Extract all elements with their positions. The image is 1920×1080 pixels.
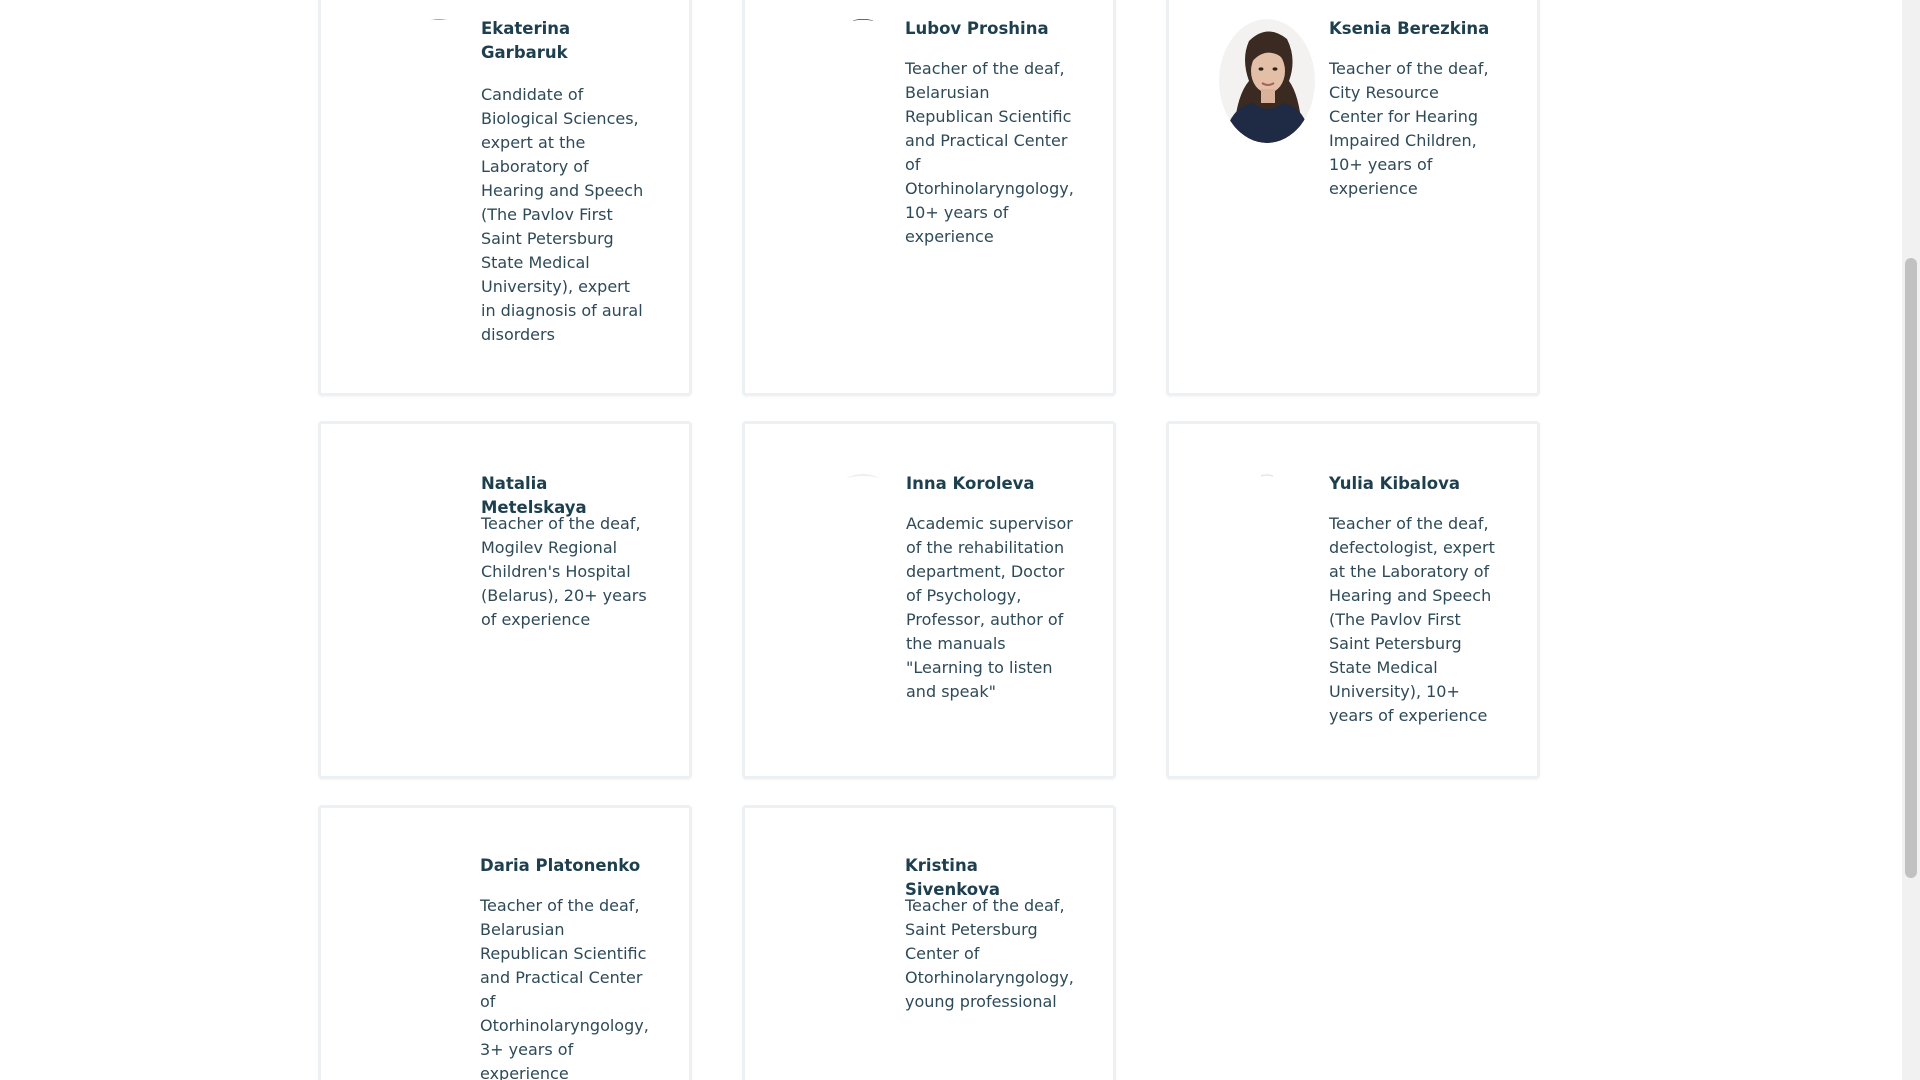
avatar-image bbox=[412, 19, 466, 23]
member-description: Candidate of Biological Sciences, expert… bbox=[481, 85, 644, 344]
avatar bbox=[1219, 19, 1315, 143]
team-card: Natalia Metelskaya Teacher of the deaf, … bbox=[318, 421, 692, 779]
avatar-image bbox=[1219, 19, 1315, 143]
member-description: Teacher of the deaf, defectologist, expe… bbox=[1329, 514, 1495, 725]
avatar bbox=[391, 858, 487, 982]
team-card: Lubov Proshina Teacher of the deaf, Bela… bbox=[742, 0, 1116, 396]
team-card: Ksenia Berezkina Teacher of the deaf, Ci… bbox=[1166, 0, 1540, 396]
team-page: Ekaterina Garbaruk Candidate of Biologic… bbox=[0, 0, 1920, 1080]
member-description: Teacher of the deaf, City Resource Cente… bbox=[1329, 59, 1489, 198]
team-card: Yulia Kibalova Teacher of the deaf, defe… bbox=[1166, 421, 1540, 779]
member-name: Inna Koroleva bbox=[906, 474, 1035, 493]
avatar-image bbox=[1260, 474, 1274, 477]
member-description: Teacher of the deaf, Saint Petersburg Ce… bbox=[905, 896, 1074, 1011]
member-name: Ksenia Berezkina bbox=[1329, 19, 1490, 38]
avatar bbox=[391, 474, 487, 598]
member-name: Ekaterina Garbaruk bbox=[481, 19, 571, 62]
member-description: Teacher of the deaf, Mogilev Regional Ch… bbox=[481, 514, 647, 629]
member-name: Lubov Proshina bbox=[905, 19, 1049, 38]
team-card: Inna Koroleva Academic supervisor of the… bbox=[742, 421, 1116, 779]
member-description: Academic supervisor of the rehabilitatio… bbox=[906, 514, 1073, 701]
avatar bbox=[391, 19, 487, 143]
member-description: Teacher of the deaf, Belarusian Republic… bbox=[480, 896, 649, 1080]
team-card: Daria Platonenko Teacher of the deaf, Be… bbox=[318, 805, 692, 1080]
avatar bbox=[815, 858, 911, 982]
team-card: Ekaterina Garbaruk Candidate of Biologic… bbox=[318, 0, 692, 396]
avatar-image bbox=[842, 474, 884, 479]
member-name: Yulia Kibalova bbox=[1329, 474, 1460, 493]
avatar bbox=[815, 474, 911, 598]
avatar-image bbox=[852, 19, 874, 21]
avatar bbox=[815, 19, 911, 143]
member-name: Daria Platonenko bbox=[480, 856, 641, 875]
avatar bbox=[1219, 474, 1315, 598]
member-description: Teacher of the deaf, Belarusian Republic… bbox=[905, 59, 1074, 246]
scrollbar-thumb[interactable] bbox=[1905, 258, 1917, 878]
team-card: Kristina Sivenkova Teacher of the deaf, … bbox=[742, 805, 1116, 1080]
